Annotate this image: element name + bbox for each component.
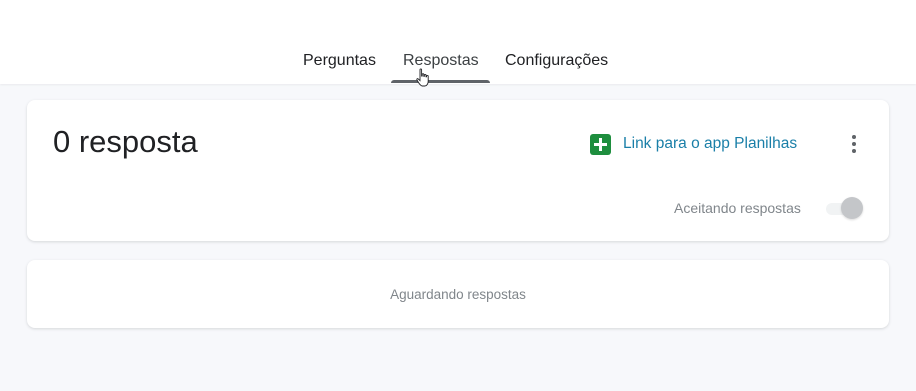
accepting-responses-toggle[interactable]: [822, 197, 864, 219]
link-to-sheets-button[interactable]: Link para o app Planilhas: [590, 133, 797, 155]
hand-pointer-icon: [416, 68, 429, 87]
link-to-sheets-label: Link para o app Planilhas: [623, 135, 798, 152]
tab-configuracoes[interactable]: Configurações: [505, 52, 608, 70]
tab-perguntas[interactable]: Perguntas: [303, 52, 376, 70]
more-vert-icon[interactable]: [842, 132, 866, 156]
header-bar: Perguntas Respostas Configurações: [0, 0, 916, 84]
response-count: 0 resposta: [53, 124, 198, 159]
active-tab-indicator: [391, 80, 490, 83]
tab-respostas[interactable]: Respostas: [403, 52, 479, 70]
waiting-message: Aguardando respostas: [390, 287, 526, 302]
waiting-card: Aguardando respostas: [27, 260, 889, 328]
responses-summary-card: 0 resposta Link para o app Planilhas Ace…: [27, 100, 889, 241]
tab-bar: Perguntas Respostas Configurações: [0, 52, 916, 84]
toggle-thumb: [841, 197, 863, 219]
sheets-icon: [590, 133, 611, 155]
accepting-responses-label: Aceitando respostas: [674, 200, 801, 216]
